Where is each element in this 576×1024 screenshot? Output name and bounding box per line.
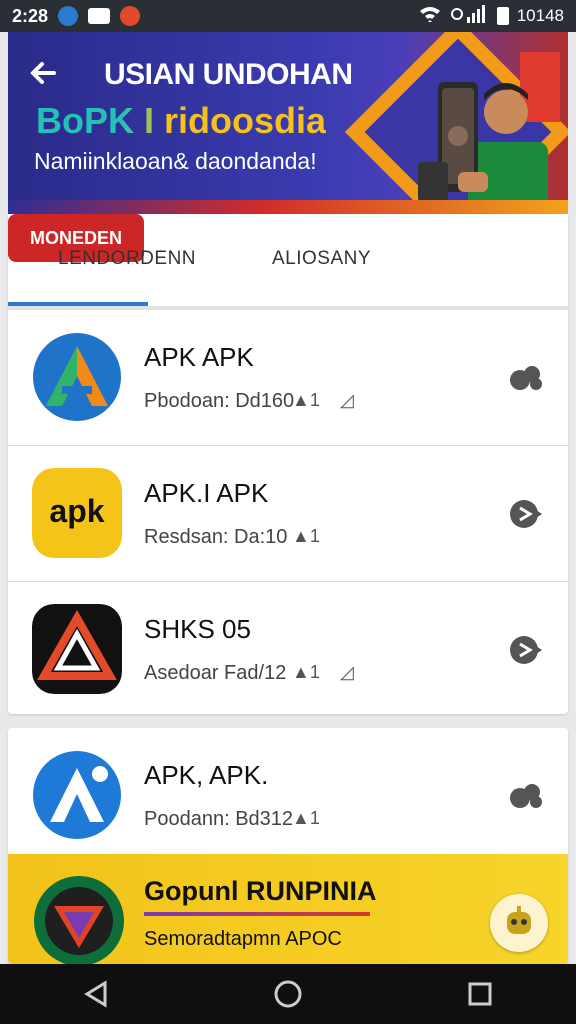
app-meta: ▲1: [292, 808, 320, 828]
app-subtitle: Resdsan: Da:10: [144, 526, 288, 548]
ad-subtitle: Semoradtapmn APOC: [144, 928, 342, 950]
status-right: 10148: [419, 4, 564, 28]
battery-icon: [496, 7, 509, 25]
ad-underline: [144, 912, 370, 916]
ad-title: Gopunl RUNPINIA: [144, 876, 377, 906]
notification-icon: [58, 6, 79, 26]
app-meta: ▲1: [292, 526, 320, 546]
banner-stripe: [8, 200, 568, 214]
system-nav-bar: [0, 964, 576, 1024]
app-meta-icon: ◿: [340, 390, 354, 410]
mail-icon: [88, 8, 111, 24]
back-arrow-icon[interactable]: [28, 58, 58, 97]
list-item[interactable]: apk APK.I APK Resdsan: Da:10 ▲1: [8, 446, 568, 582]
active-tab-indicator: [8, 302, 148, 306]
banner-subtitle: Namiinklaoan& daondanda!: [34, 148, 317, 174]
person-with-phone-illustration: [418, 82, 548, 214]
triangle-logo-icon: [32, 604, 122, 694]
list-item[interactable]: APK, APK. Poodann: Bd312 ▲1: [8, 728, 568, 864]
app-subtitle: Poodann: Bd312: [144, 808, 294, 830]
list-item[interactable]: APK APK Pbodoan: Dd160 ▲1 ◿: [8, 310, 568, 446]
ad-logo-icon: [34, 876, 124, 964]
ad-robot-button-icon[interactable]: [490, 894, 548, 952]
app-meta-icon: ◿: [340, 662, 354, 682]
apk-blue-logo-icon: [32, 750, 122, 840]
app-subtitle: Asedoar Fad/12: [144, 662, 287, 684]
home-icon[interactable]: [268, 974, 308, 1014]
arrow-right-icon[interactable]: [506, 630, 546, 670]
app-meta: ▲1: [292, 662, 320, 682]
app-title: SHKS 05: [144, 614, 251, 644]
banner-headline: BoPK I ridoosdia: [36, 100, 327, 141]
app-list-card-2: APK, APK. Poodann: Bd312 ▲1 Gopunl RUNPI…: [8, 728, 568, 964]
app-title: APK APK: [144, 342, 254, 372]
app-notification-icon: [120, 6, 141, 26]
status-right-text: 10148: [516, 6, 564, 25]
svg-text:apk: apk: [49, 493, 104, 529]
back-icon[interactable]: [76, 974, 116, 1014]
app-list-card: LENDORDENN ALIOSANY MONEDEN APK APK Pbod…: [8, 214, 568, 714]
app-subtitle: Pbodoan: Dd160: [144, 390, 295, 412]
cloud-action-icon[interactable]: [506, 776, 546, 816]
banner-title: USIAN UNDOHAN: [104, 58, 353, 91]
apk-a-logo-icon: [32, 332, 122, 422]
promo-banner[interactable]: USIAN UNDOHAN BoPK I ridoosdia Namiinkla…: [8, 32, 568, 214]
tab-bar: LENDORDENN ALIOSANY MONEDEN: [8, 214, 568, 310]
cloud-action-icon[interactable]: [506, 358, 546, 398]
app-title: APK, APK.: [144, 760, 269, 790]
app-meta: ▲1: [292, 390, 320, 410]
app-title: APK.I APK: [144, 478, 269, 508]
wifi-icon: [419, 5, 441, 28]
status-bar: 2:28 10148: [0, 0, 576, 32]
status-time: 2:28: [12, 5, 49, 26]
list-item[interactable]: SHKS 05 Asedoar Fad/12 ▲1 ◿: [8, 582, 568, 718]
tab-aliosany[interactable]: ALIOSANY: [272, 248, 371, 270]
tab-lendordenn[interactable]: LENDORDENN: [58, 248, 196, 270]
ad-banner[interactable]: Gopunl RUNPINIA Semoradtapmn APOC: [8, 854, 568, 964]
signal-icon: [449, 4, 489, 28]
recents-icon[interactable]: [460, 974, 500, 1014]
apk-yellow-logo-icon: apk: [32, 468, 122, 558]
arrow-right-icon[interactable]: [506, 494, 546, 534]
